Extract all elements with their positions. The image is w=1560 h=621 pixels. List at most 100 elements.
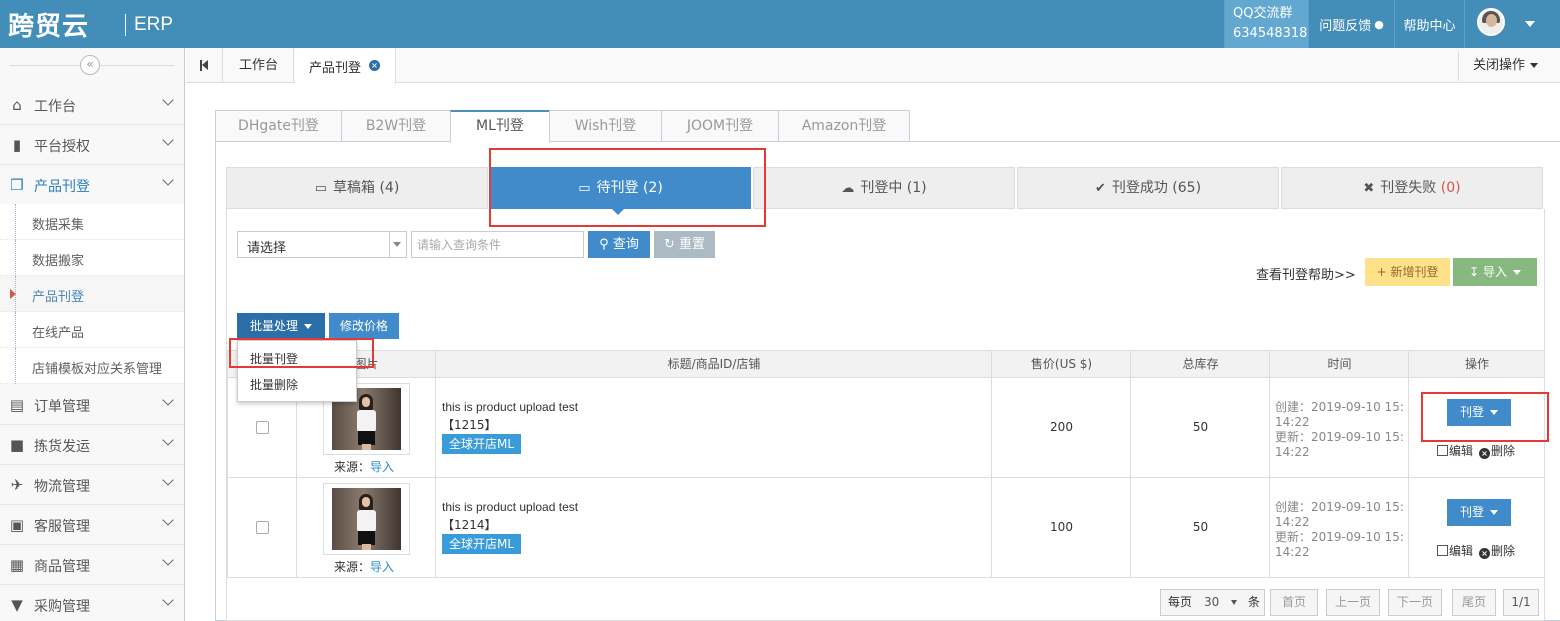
- price-value: 100: [1050, 520, 1073, 534]
- first-page-button[interactable]: 首页: [1270, 589, 1318, 616]
- price-cell: 100: [991, 478, 1131, 577]
- qq-group-number: 634548318: [1233, 26, 1308, 41]
- bookmark-icon: ▮: [12, 136, 22, 154]
- edit-link[interactable]: 编辑: [1437, 544, 1473, 558]
- avatar-face: [1486, 14, 1497, 27]
- table-row: 来源：导入 this is product upload test 【1214】…: [227, 478, 1545, 578]
- edit-link[interactable]: 编辑: [1437, 444, 1473, 458]
- highlight-box-batch-publish: [229, 338, 374, 368]
- tab-product-publish[interactable]: 产品刊登 ×: [295, 48, 396, 84]
- sidebar-item-label: 物流管理: [34, 479, 90, 495]
- source-link[interactable]: 导入: [370, 560, 394, 574]
- sidebar-item-orders[interactable]: ▤ 订单管理: [0, 385, 184, 425]
- updated-time: 更新：2019-09-10 15:14:22: [1275, 430, 1404, 459]
- help-center-button[interactable]: 帮助中心: [1394, 0, 1464, 48]
- stock-value: 50: [1192, 420, 1209, 434]
- add-listing-button[interactable]: + 新增刊登: [1365, 258, 1450, 286]
- status-tab-label: 草稿箱: [333, 180, 375, 196]
- stock-cell: 50: [1130, 378, 1270, 477]
- close-operations-dropdown[interactable]: 关闭操作: [1458, 51, 1556, 81]
- top-right-menu: QQ交流群 634548318 问题反馈 ● 帮助中心: [1224, 0, 1560, 48]
- sidebar-subitem-online-products[interactable]: 在线产品: [0, 312, 184, 348]
- document-icon: ▤: [9, 396, 25, 414]
- sidebar-item-workbench[interactable]: ⌂ 工作台: [0, 85, 184, 125]
- sidebar-subitem-store-template[interactable]: 店铺模板对应关系管理: [0, 348, 184, 384]
- sidebar-item-platform-auth[interactable]: ▮ 平台授权: [0, 125, 184, 165]
- column-header-title: 标题/商品ID/店铺: [435, 351, 992, 379]
- batch-actions-button[interactable]: 批量处理: [237, 313, 325, 339]
- sidebar-item-goods[interactable]: ▦ 商品管理: [0, 545, 184, 585]
- tab-ml[interactable]: ML刊登: [450, 110, 550, 143]
- delete-link[interactable]: × 删除: [1473, 544, 1515, 559]
- row-checkbox[interactable]: [256, 421, 269, 434]
- product-title: this is product upload test: [442, 400, 579, 414]
- photo-top: [357, 510, 376, 532]
- tab-amazon[interactable]: Amazon刊登: [778, 110, 910, 142]
- title-cell: this is product upload test 【1214】 全球开店M…: [435, 478, 992, 577]
- highlight-box-pending-tab: [489, 148, 766, 227]
- chevron-down-icon: [162, 94, 174, 106]
- sidebar-item-label: 拣货发运: [34, 439, 90, 455]
- collapse-sidebar-button[interactable]: «: [80, 55, 100, 75]
- sidebar-item-customer-service[interactable]: ▣ 客服管理: [0, 505, 184, 545]
- status-tab-label: 刊登失败: [1380, 180, 1437, 196]
- publish-help-link[interactable]: 查看刊登帮助>>: [1256, 264, 1356, 283]
- sidebar-item-purchase[interactable]: ▼ 采购管理: [0, 585, 184, 621]
- row-checkbox[interactable]: [256, 521, 269, 534]
- filter-select-value: 请选择: [247, 241, 287, 256]
- sidebar-item-picking[interactable]: ■ 拣货发运: [0, 425, 184, 465]
- edit-label: 编辑: [1449, 544, 1474, 558]
- tab-joom[interactable]: JOOM刊登: [661, 110, 779, 142]
- row-operations: 编辑 × 删除: [1437, 442, 1515, 459]
- sidebar-subitem-data-move[interactable]: 数据搬家: [0, 240, 184, 276]
- import-button[interactable]: ↧ 导入: [1453, 258, 1537, 286]
- menu-item-batch-delete[interactable]: 批量删除: [250, 376, 298, 393]
- product-thumbnail[interactable]: [323, 483, 410, 555]
- prev-page-button[interactable]: 上一页: [1326, 589, 1380, 616]
- query-button[interactable]: ⚲ 查询: [588, 231, 650, 258]
- logo-divider: [125, 14, 126, 36]
- image-cell: 来源：导入: [296, 478, 436, 577]
- sidebar-item-label: 客服管理: [34, 519, 90, 535]
- last-page-button[interactable]: 尾页: [1452, 589, 1496, 616]
- modify-price-button[interactable]: 修改价格: [329, 313, 399, 339]
- photo-face: [362, 497, 370, 507]
- tab-success[interactable]: ✔ 刊登成功 (65): [1017, 167, 1279, 209]
- search-input[interactable]: [411, 231, 584, 258]
- tab-b2w[interactable]: B2W刊登: [341, 110, 451, 142]
- tab-publishing[interactable]: ☁ 刊登中 (1): [753, 167, 1015, 209]
- delete-link[interactable]: × 删除: [1473, 444, 1515, 459]
- sidebar-subitem-label: 数据采集: [32, 218, 85, 233]
- filter-select[interactable]: 请选择: [237, 231, 407, 258]
- sidebar-subitem-product-publish[interactable]: 产品刊登: [0, 276, 184, 312]
- product-photo: [332, 488, 401, 550]
- publish-dropdown-button[interactable]: 刊登: [1447, 499, 1511, 526]
- brand-logo[interactable]: 跨贸云: [8, 6, 89, 43]
- plane-icon: ✈: [10, 476, 24, 494]
- sidebar-item-product-publish[interactable]: ❒ 产品刊登: [0, 165, 184, 205]
- page-size-select[interactable]: 每页 30 条: [1160, 589, 1265, 616]
- photo-top: [357, 410, 376, 432]
- tab-dhgate[interactable]: DHgate刊登: [215, 110, 342, 142]
- sidebar-item-label: 产品刊登: [34, 179, 90, 195]
- tab-scroll-left-button[interactable]: [186, 48, 223, 83]
- gift-icon: ▦: [9, 556, 25, 574]
- tab-workbench[interactable]: 工作台: [224, 48, 294, 83]
- tab-drafts[interactable]: ▭ 草稿箱 (4): [226, 167, 488, 209]
- feedback-button[interactable]: 问题反馈 ●: [1308, 0, 1394, 48]
- sidebar-subitem-data-collect[interactable]: 数据采集: [0, 204, 184, 240]
- tab-wish[interactable]: Wish刊登: [549, 110, 662, 142]
- next-page-button[interactable]: 下一页: [1388, 589, 1442, 616]
- user-menu[interactable]: [1464, 0, 1560, 48]
- close-icon[interactable]: ×: [369, 60, 380, 71]
- photo-skirt: [358, 531, 375, 545]
- tab-failed[interactable]: ✖ 刊登失败 (0): [1281, 167, 1543, 209]
- highlight-box-publish-button: [1421, 392, 1549, 442]
- qq-group[interactable]: QQ交流群 634548318: [1224, 0, 1308, 48]
- times-circle-icon: ✖: [1363, 181, 1375, 196]
- time-text: 创建：2019-09-10 15:14:22 更新：2019-09-10 15:…: [1275, 500, 1405, 560]
- chevron-down-icon: [162, 174, 174, 186]
- reset-button[interactable]: ↻ 重置: [654, 231, 715, 258]
- sidebar-item-logistics[interactable]: ✈ 物流管理: [0, 465, 184, 505]
- source-link[interactable]: 导入: [370, 460, 394, 474]
